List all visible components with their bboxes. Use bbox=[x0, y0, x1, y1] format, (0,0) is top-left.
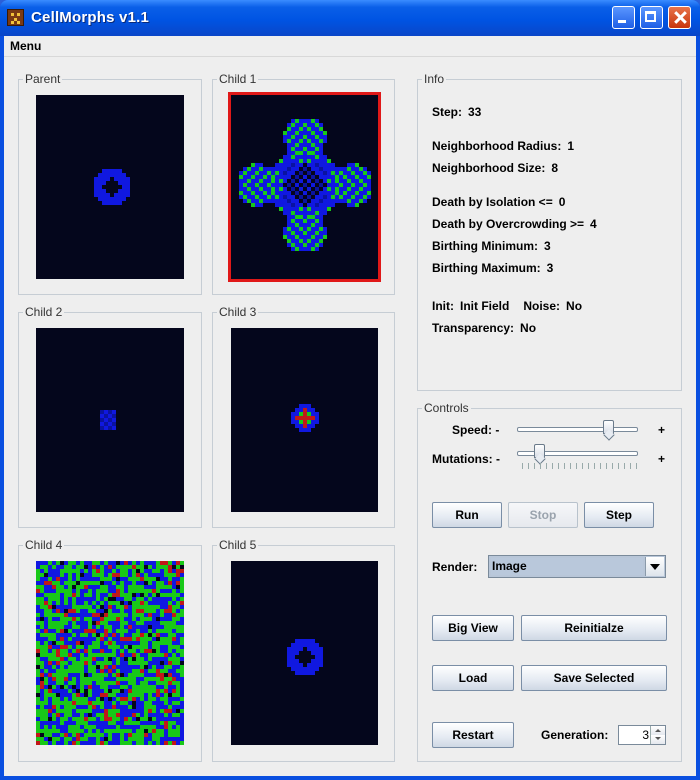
info-overcrowding: Death by Overcrowding >= 4 bbox=[432, 217, 597, 231]
child5-panel: Child 5 bbox=[212, 538, 395, 762]
render-label: Render: bbox=[432, 560, 478, 574]
info-birth-max: Birthing Maximum: 3 bbox=[432, 261, 554, 275]
speed-slider-track[interactable] bbox=[517, 427, 638, 432]
mutations-slider-thumb[interactable] bbox=[533, 444, 545, 458]
parent-panel-title: Parent bbox=[23, 72, 63, 86]
child1-canvas[interactable] bbox=[228, 92, 381, 282]
parent-canvas[interactable] bbox=[36, 95, 184, 279]
minimize-button[interactable] bbox=[612, 6, 635, 29]
load-button[interactable]: Load bbox=[432, 665, 514, 691]
child3-panel-title: Child 3 bbox=[217, 305, 259, 319]
generation-value: 3 bbox=[642, 728, 649, 742]
mutations-label: Mutations: - bbox=[432, 452, 500, 466]
spinner-down-icon[interactable] bbox=[651, 735, 665, 744]
run-button[interactable]: Run bbox=[432, 502, 502, 528]
mutations-slider-ticks bbox=[522, 463, 637, 469]
spinner-buttons bbox=[650, 726, 665, 744]
speed-slider-thumb[interactable] bbox=[602, 420, 614, 434]
child1-panel-title: Child 1 bbox=[217, 72, 259, 86]
mutations-plus: + bbox=[658, 452, 666, 466]
child2-canvas[interactable] bbox=[36, 328, 184, 512]
chevron-down-icon[interactable] bbox=[645, 557, 664, 576]
close-button[interactable] bbox=[668, 6, 691, 29]
child5-panel-title: Child 5 bbox=[217, 538, 259, 552]
info-panel: Info Step: 33 Neighborhood Radius: 1 Neigh… bbox=[417, 72, 682, 391]
title-bar[interactable]: CellMorphs v1.1 bbox=[0, 0, 700, 36]
child3-canvas[interactable] bbox=[231, 328, 378, 512]
stop-button[interactable]: Stop bbox=[508, 502, 578, 528]
menu-menu[interactable]: Menu bbox=[10, 39, 41, 53]
child4-panel-title: Child 4 bbox=[23, 538, 65, 552]
menu-bar: Menu bbox=[4, 36, 696, 57]
info-init-noise: Init: Init Field Noise: No bbox=[432, 299, 583, 313]
child2-panel: Child 2 bbox=[18, 305, 202, 528]
render-select-value: Image bbox=[491, 558, 643, 575]
speed-label: Speed: - bbox=[452, 423, 500, 437]
child5-canvas[interactable] bbox=[231, 561, 378, 745]
info-birth-min: Birthing Minimum: 3 bbox=[432, 239, 551, 253]
client-area: Menu Parent Child 1 Child 2 Child 3 Chil… bbox=[4, 36, 696, 776]
big-view-button[interactable]: Big View bbox=[432, 615, 514, 641]
info-step: Step: 33 bbox=[432, 105, 482, 119]
generation-spinner[interactable]: 3 bbox=[618, 725, 666, 745]
info-panel-title: Info bbox=[422, 72, 447, 86]
window-title: CellMorphs v1.1 bbox=[31, 9, 150, 26]
parent-panel: Parent bbox=[18, 72, 202, 295]
info-radius: Neighborhood Radius: 1 bbox=[432, 139, 575, 153]
child3-panel: Child 3 bbox=[212, 305, 395, 528]
controls-panel-title: Controls bbox=[422, 401, 471, 415]
info-transparency: Transparency: No bbox=[432, 321, 537, 335]
speed-plus: + bbox=[658, 423, 666, 437]
app-icon bbox=[7, 9, 24, 26]
maximize-button[interactable] bbox=[640, 6, 663, 29]
child1-panel: Child 1 bbox=[212, 72, 395, 295]
info-size: Neighborhood Size: 8 bbox=[432, 161, 559, 175]
info-isolation: Death by Isolation <= 0 bbox=[432, 195, 566, 209]
controls-panel: Controls Speed: - + Mutations: - + Run S… bbox=[417, 401, 682, 762]
step-button[interactable]: Step bbox=[584, 502, 654, 528]
reinitialize-button[interactable]: Reinitialze bbox=[521, 615, 667, 641]
child2-panel-title: Child 2 bbox=[23, 305, 65, 319]
render-select[interactable]: Image bbox=[488, 555, 666, 578]
child4-canvas[interactable] bbox=[36, 561, 184, 745]
generation-label: Generation: bbox=[541, 728, 609, 742]
app-window: CellMorphs v1.1 Menu Parent Child 1 Chil… bbox=[0, 0, 700, 780]
restart-button[interactable]: Restart bbox=[432, 722, 514, 748]
child4-panel: Child 4 bbox=[18, 538, 202, 762]
save-selected-button[interactable]: Save Selected bbox=[521, 665, 667, 691]
